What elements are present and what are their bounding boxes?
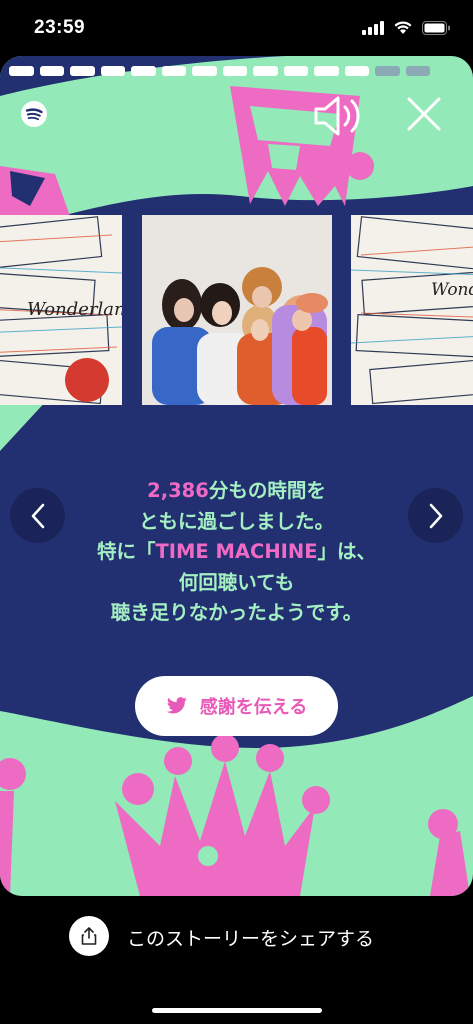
thank-artist-label: 感謝を伝える (199, 697, 308, 718)
status-bar: 23:59 (0, 0, 473, 56)
twitter-icon (166, 697, 187, 714)
progress-segment (344, 66, 369, 76)
album-cover-next[interactable]: Wonderland (351, 215, 473, 405)
cover-title: Wonderland (431, 280, 473, 300)
next-button[interactable] (408, 488, 463, 543)
progress-segment (283, 66, 308, 76)
status-icons (362, 20, 451, 35)
progress-segment (405, 66, 430, 76)
progress-segment (222, 66, 247, 76)
share-story-label: このストーリーをシェアする (127, 928, 375, 950)
wifi-icon (394, 21, 412, 34)
progress-segment (131, 66, 156, 76)
progress-segment (192, 66, 217, 76)
chevron-right-icon (429, 503, 442, 528)
previous-button[interactable] (10, 488, 65, 543)
progress-segment (39, 66, 64, 76)
message-line-1: 2,386分もの時間を (147, 479, 326, 502)
story-progress-bar (9, 66, 430, 76)
album-cover-previous[interactable]: Wonderland (0, 215, 122, 405)
progress-segment (253, 66, 278, 76)
chevron-left-icon (31, 503, 44, 528)
message-line-4: 何回聴いても (178, 570, 295, 594)
thank-artist-button[interactable]: 感謝を伝える (135, 676, 338, 736)
story-message: 2,386分もの時間を ともに過ごしました。 特に「TIME MACHINE」は… (70, 476, 403, 629)
message-line-3: 特に「TIME MACHINE」は、 (96, 540, 377, 563)
progress-segment (9, 66, 34, 76)
progress-segment (100, 66, 125, 76)
progress-segment (70, 66, 95, 76)
signal-icon (362, 20, 384, 35)
progress-segment (375, 66, 400, 76)
home-indicator[interactable] (152, 1008, 322, 1013)
progress-segment (314, 66, 339, 76)
album-cover-current[interactable] (142, 215, 332, 405)
status-time: 23:59 (34, 17, 86, 38)
share-story-row[interactable]: このストーリーをシェアする (0, 915, 473, 959)
close-icon[interactable] (404, 94, 444, 134)
track-name: TIME MACHINE (155, 540, 318, 563)
message-line-5: 聴き足りなかったようです。 (110, 601, 363, 624)
share-button[interactable] (69, 916, 109, 956)
share-icon (81, 927, 97, 945)
message-line-2: ともに過ごしました。 (138, 509, 334, 533)
cover-title: Wonderland (27, 299, 122, 320)
mute-toggle-icon[interactable] (312, 94, 368, 138)
battery-icon (422, 20, 450, 35)
progress-segment (161, 66, 186, 76)
spotify-logo-icon (21, 101, 47, 127)
listening-minutes: 2,386 (147, 479, 209, 502)
story-card[interactable]: Wonderland (0, 56, 473, 896)
